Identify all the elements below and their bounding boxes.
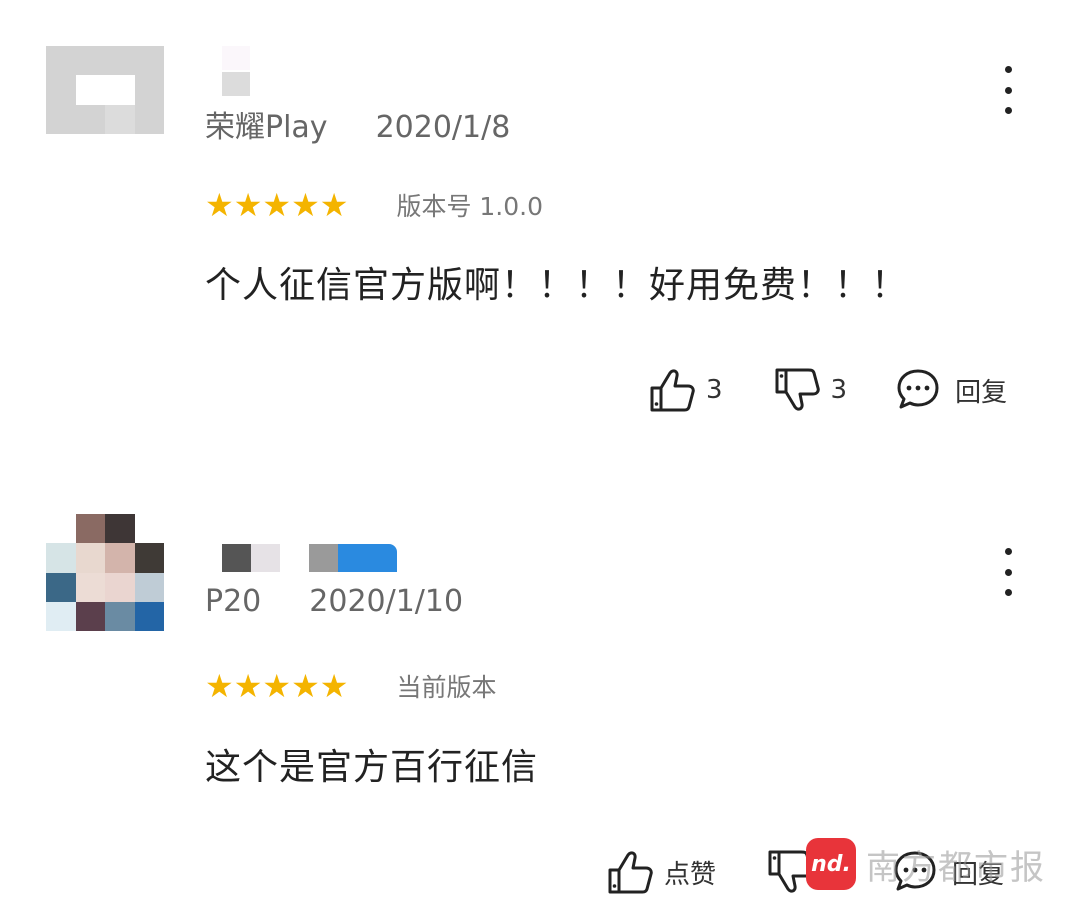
publisher-watermark: nd. 南方都市报	[806, 836, 1046, 892]
more-vertical-icon	[1004, 66, 1012, 73]
avatar[interactable]	[46, 514, 164, 631]
like-button[interactable]: 点赞	[606, 848, 716, 896]
dislike-count: 3	[830, 375, 848, 405]
rating-row: ★★★★★ 版本号 1.0.0	[205, 187, 543, 223]
device-label: 荣耀Play	[205, 110, 328, 145]
username-blurred	[222, 544, 280, 572]
reply-button[interactable]: 回复	[895, 367, 1007, 413]
review-text: 这个是官方百行征信	[205, 747, 539, 788]
avatar[interactable]	[46, 46, 164, 134]
nd-logo-icon: nd.	[806, 838, 856, 890]
username-blurred	[309, 544, 397, 572]
version-label: 版本号 1.0.0	[396, 192, 543, 221]
thumbs-down-icon	[775, 368, 820, 411]
rating-row: ★★★★★ 当前版本	[205, 668, 496, 704]
comment-icon	[897, 369, 939, 409]
more-options-button[interactable]	[996, 66, 1020, 114]
star-rating: ★★★★★	[205, 186, 349, 224]
review-meta: 荣耀Play 2020/1/8	[205, 102, 510, 146]
review-actions: 3 3 回复	[648, 366, 1007, 414]
dislike-button[interactable]: 3	[773, 366, 848, 414]
watermark-text: 南方都市报	[866, 847, 1046, 888]
thumbs-up-icon	[608, 851, 653, 894]
thumbs-up-icon	[650, 369, 695, 412]
star-rating: ★★★★★	[205, 667, 349, 705]
device-label: P20	[205, 584, 262, 619]
like-label: 点赞	[664, 859, 717, 890]
review-date: 2020/1/10	[309, 584, 464, 619]
like-button[interactable]: 3	[648, 366, 723, 414]
review-text: 个人征信官方版啊！！！！好用免费！！！	[205, 265, 909, 306]
review-meta: P20 2020/1/10	[205, 584, 463, 619]
review-date: 2020/1/8	[375, 110, 511, 145]
like-count: 3	[706, 375, 723, 405]
reply-label: 回复	[955, 377, 1008, 408]
version-label: 当前版本	[396, 673, 497, 702]
username-blurred	[222, 46, 250, 70]
more-vertical-icon	[1004, 548, 1012, 555]
more-options-button[interactable]	[996, 548, 1020, 596]
username-blurred	[222, 72, 250, 96]
